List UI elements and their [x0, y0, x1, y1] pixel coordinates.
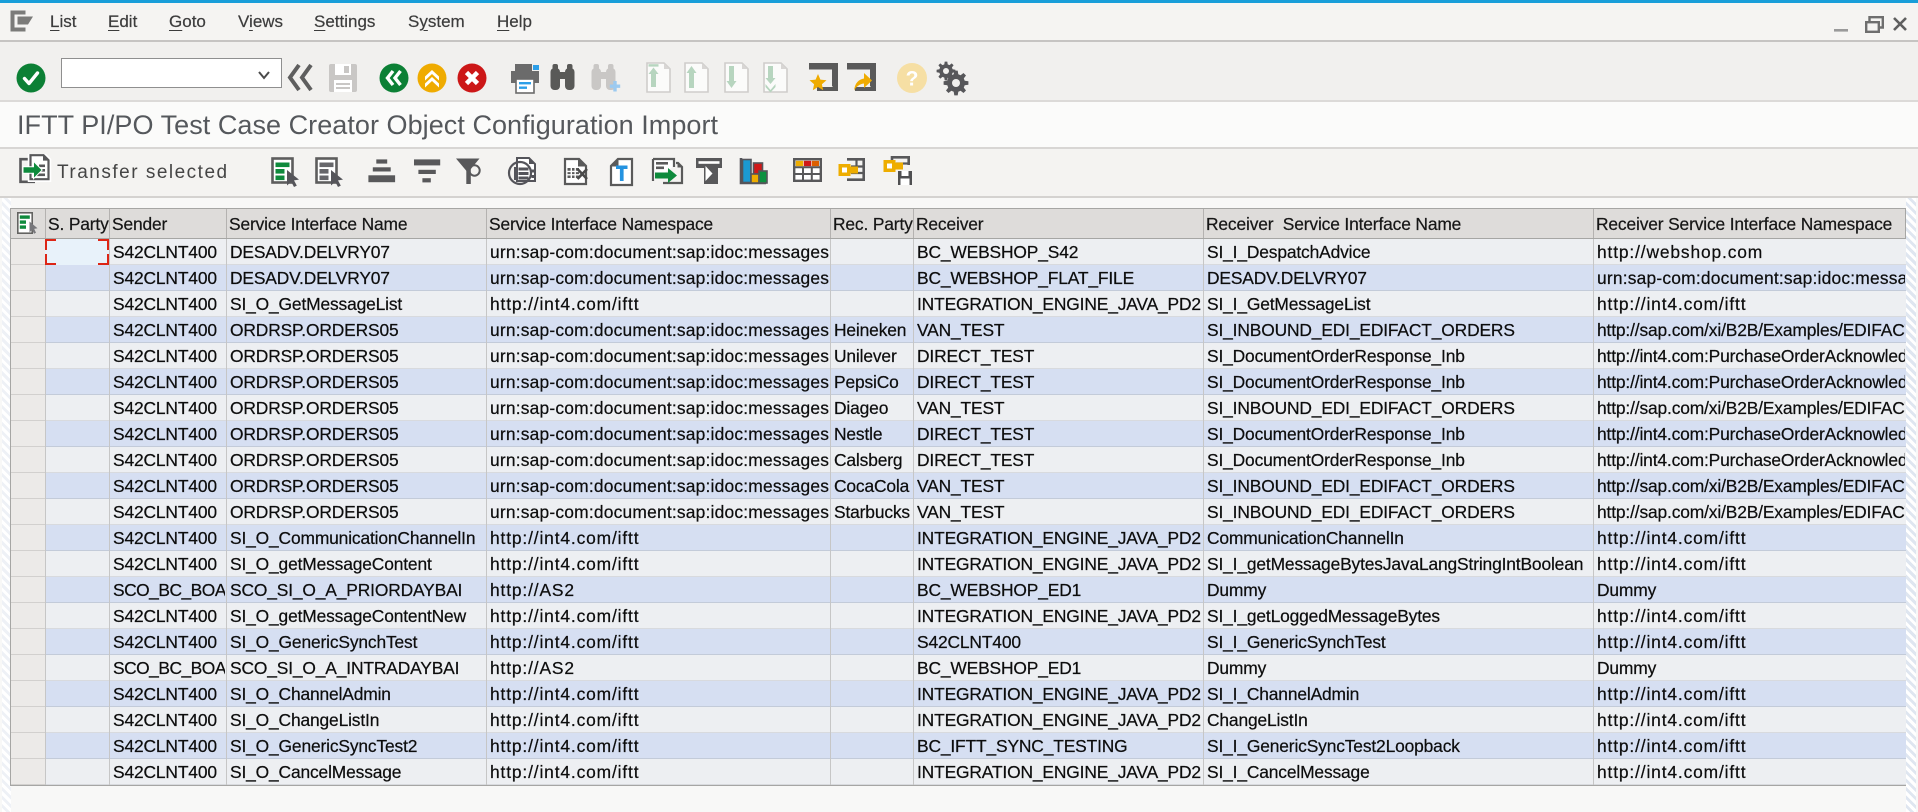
svg-text:?: ?	[906, 68, 919, 91]
